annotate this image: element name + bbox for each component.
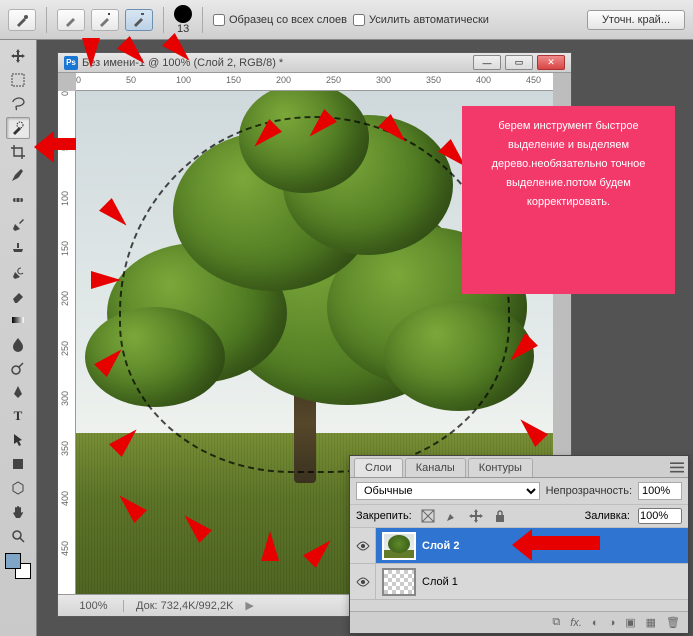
panel-menu-icon[interactable] <box>669 460 684 473</box>
marquee-tool[interactable] <box>6 69 30 91</box>
blur-tool[interactable] <box>6 333 30 355</box>
instruction-callout: берем инструмент быстрое выделение и выд… <box>462 106 675 294</box>
layer-thumbnail[interactable] <box>382 568 416 596</box>
brush-tool[interactable] <box>6 213 30 235</box>
lock-all-icon[interactable] <box>492 508 508 524</box>
layer-thumbnail[interactable] <box>382 532 416 560</box>
layer-name: Слой 2 <box>422 540 459 552</box>
brush-size-value: 13 <box>177 23 189 35</box>
mask-icon[interactable]: ◐ <box>592 617 599 629</box>
fill-input[interactable] <box>638 508 682 524</box>
fill-label: Заливка: <box>585 510 630 522</box>
clone-stamp-tool[interactable] <box>6 237 30 259</box>
lock-row: Закрепить: Заливка: <box>350 505 688 528</box>
layer-name: Слой 1 <box>422 576 458 588</box>
tool-preset-picker[interactable] <box>8 9 36 31</box>
tab-paths[interactable]: Контуры <box>468 458 533 477</box>
fx-icon[interactable]: fx. <box>570 617 582 629</box>
3d-tool[interactable] <box>6 477 30 499</box>
dodge-tool[interactable] <box>6 357 30 379</box>
opacity-input[interactable] <box>638 482 682 500</box>
add-to-selection-icon[interactable] <box>91 9 119 31</box>
callout-text: берем инструмент быстрое выделение и выд… <box>492 120 646 208</box>
layers-footer: ⧉ fx. ◐ ◑ ▣ ▦ 🗑 <box>350 611 688 633</box>
annotation-arrow <box>261 531 279 561</box>
annotation-arrow <box>52 138 76 150</box>
doc-size-info: Док: 732,4K/992,2K <box>136 600 233 612</box>
adjustment-icon[interactable]: ◑ <box>609 617 616 629</box>
eyedropper-tool[interactable] <box>6 165 30 187</box>
layer-item[interactable]: Слой 1 <box>350 564 688 600</box>
divider <box>202 7 203 33</box>
hand-tool[interactable] <box>6 501 30 523</box>
annotation-arrow <box>82 38 100 68</box>
auto-enhance-checkbox[interactable]: Усилить автоматически <box>353 14 489 26</box>
lock-transparent-icon[interactable] <box>420 508 436 524</box>
lasso-tool[interactable] <box>6 93 30 115</box>
tab-channels[interactable]: Каналы <box>405 458 466 477</box>
blend-mode-select[interactable]: Обычные <box>356 482 540 500</box>
opacity-label: Непрозрачность: <box>546 485 632 497</box>
move-tool[interactable] <box>6 45 30 67</box>
close-button[interactable]: ✕ <box>537 55 565 70</box>
path-selection-tool[interactable] <box>6 429 30 451</box>
shape-tool[interactable] <box>6 453 30 475</box>
options-bar: 13 Образец со всех слоев Усилить автомат… <box>0 0 693 40</box>
type-tool[interactable]: T <box>6 405 30 427</box>
color-swatches[interactable] <box>5 553 31 579</box>
zoom-level[interactable]: 100% <box>64 600 124 612</box>
horizontal-ruler: 050100150200250300350400450 <box>76 73 553 91</box>
visibility-toggle-icon[interactable] <box>350 528 376 563</box>
sample-all-layers-checkbox[interactable]: Образец со всех слоев <box>213 14 347 26</box>
history-brush-tool[interactable] <box>6 261 30 283</box>
minimize-button[interactable]: — <box>473 55 501 70</box>
divider <box>46 7 47 33</box>
lock-position-icon[interactable] <box>468 508 484 524</box>
tab-layers[interactable]: Слои <box>354 458 403 477</box>
subtract-from-selection-icon[interactable] <box>125 9 153 31</box>
tools-panel: T <box>0 40 37 636</box>
brush-preview[interactable]: 13 <box>174 5 192 35</box>
panel-tabs: Слои Каналы Контуры <box>350 456 688 478</box>
link-layers-icon[interactable]: ⧉ <box>552 616 560 629</box>
crop-tool[interactable] <box>6 141 30 163</box>
quick-selection-tool[interactable] <box>6 117 30 139</box>
pen-tool[interactable] <box>6 381 30 403</box>
new-layer-icon[interactable]: ▦ <box>646 616 656 629</box>
zoom-tool[interactable] <box>6 525 30 547</box>
maximize-button[interactable]: ▭ <box>505 55 533 70</box>
new-selection-icon[interactable] <box>57 9 85 31</box>
annotation-arrow <box>530 536 600 550</box>
healing-brush-tool[interactable] <box>6 189 30 211</box>
lock-pixels-icon[interactable] <box>444 508 460 524</box>
delete-layer-icon[interactable]: 🗑 <box>666 616 680 629</box>
vertical-ruler: 050100150200250300350400450 <box>58 91 76 594</box>
group-icon[interactable]: ▣ <box>625 616 635 629</box>
lock-label: Закрепить: <box>356 510 412 522</box>
gradient-tool[interactable] <box>6 309 30 331</box>
eraser-tool[interactable] <box>6 285 30 307</box>
foreground-color-swatch[interactable] <box>5 553 21 569</box>
blend-opacity-row: Обычные Непрозрачность: <box>350 478 688 505</box>
refine-edge-button[interactable]: Уточн. край... <box>587 10 685 30</box>
visibility-toggle-icon[interactable] <box>350 564 376 599</box>
photoshop-icon: Ps <box>64 56 78 70</box>
annotation-arrow <box>91 271 121 289</box>
divider <box>163 7 164 33</box>
brush-dot-icon <box>174 5 192 23</box>
